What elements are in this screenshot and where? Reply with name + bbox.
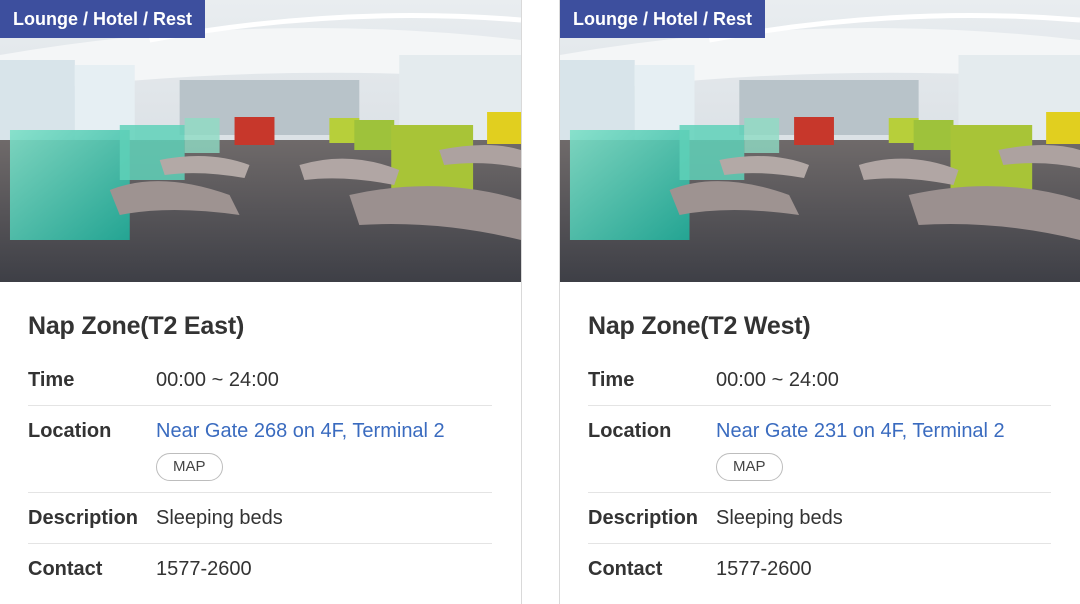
description-label: Description [588,507,699,529]
time-value: 00:00 ~ 24:00 [156,369,279,391]
contact-value: 1577-2600 [716,558,812,580]
time-row: Time 00:00 ~ 24:00 [28,355,492,406]
contact-value: 1577-2600 [156,558,252,580]
contact-label: Contact [588,558,663,580]
facility-card-t2-west: Lounge / Hotel / Rest Nap Zone(T2 West) … [559,0,1080,604]
facility-title: Nap Zone(T2 West) [588,312,811,340]
location-row: Location Near Gate 231 on 4F, Terminal 2… [588,406,1051,493]
time-label: Time [28,369,75,391]
facility-card-t2-east: Lounge / Hotel / Rest Nap Zone(T2 East) … [0,0,522,604]
page: Lounge / Hotel / Rest Nap Zone(T2 East) … [0,0,1080,604]
facility-info: Nap Zone(T2 West) Time 00:00 ~ 24:00 Loc… [560,282,1080,594]
location-content: Near Gate 268 on 4F, Terminal 2 MAP [156,417,445,481]
location-link[interactable]: Near Gate 231 on 4F, Terminal 2 [716,417,1005,445]
description-label: Description [28,507,139,529]
facility-info: Nap Zone(T2 East) Time 00:00 ~ 24:00 Loc… [0,282,521,594]
facility-photo[interactable]: Lounge / Hotel / Rest [0,0,521,282]
location-label: Location [588,420,672,442]
facility-photo[interactable]: Lounge / Hotel / Rest [560,0,1080,282]
description-row: Description Sleeping beds [588,493,1051,544]
card-gutter [522,0,559,604]
contact-row: Contact 1577-2600 [588,544,1051,594]
facility-title: Nap Zone(T2 East) [28,312,245,340]
contact-row: Contact 1577-2600 [28,544,492,594]
time-row: Time 00:00 ~ 24:00 [588,355,1051,406]
category-tag: Lounge / Hotel / Rest [560,0,766,38]
location-label: Location [28,420,112,442]
lounge-photo-illustration [0,0,521,282]
time-value: 00:00 ~ 24:00 [716,369,839,391]
lounge-photo-illustration [560,0,1080,282]
description-row: Description Sleeping beds [28,493,492,544]
description-value: Sleeping beds [716,507,843,529]
map-button[interactable]: MAP [156,453,223,481]
contact-label: Contact [28,558,103,580]
location-content: Near Gate 231 on 4F, Terminal 2 MAP [716,417,1005,481]
category-tag: Lounge / Hotel / Rest [0,0,206,38]
time-label: Time [588,369,635,391]
location-row: Location Near Gate 268 on 4F, Terminal 2… [28,406,492,493]
location-link[interactable]: Near Gate 268 on 4F, Terminal 2 [156,417,445,445]
map-button[interactable]: MAP [716,453,783,481]
description-value: Sleeping beds [156,507,283,529]
